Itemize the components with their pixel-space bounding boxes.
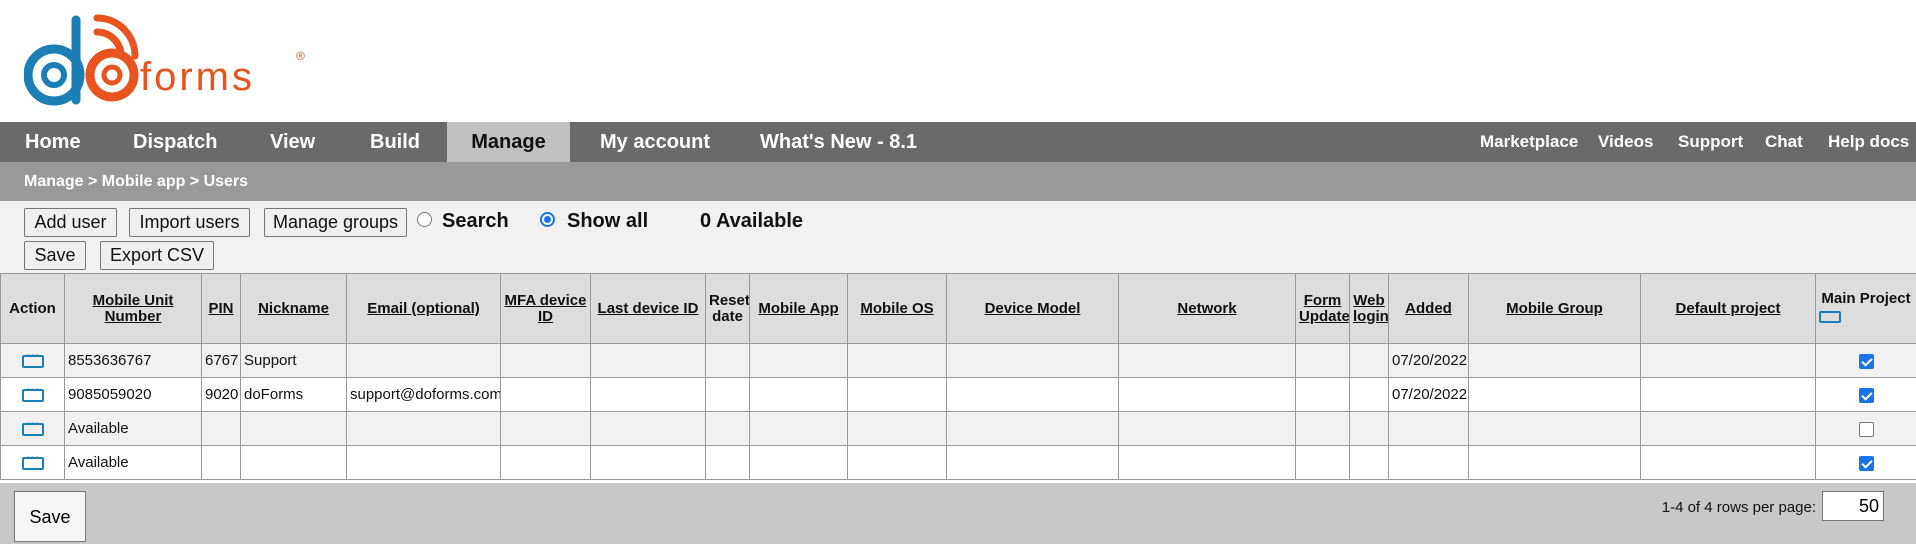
cell-email	[346, 411, 501, 446]
add-user-button[interactable]: Add user	[24, 208, 117, 237]
footer-save-button[interactable]: Save	[14, 491, 86, 542]
col-mobile-app[interactable]: Mobile App	[749, 273, 848, 344]
toolbar: Add user Import users Manage groups Sear…	[0, 201, 1916, 273]
cell-email	[346, 445, 501, 480]
logo-text: forms	[140, 55, 255, 99]
cell-pin: 9020	[201, 377, 241, 412]
col-web-login[interactable]: Web login	[1349, 273, 1389, 344]
cell-pin: 6767	[201, 343, 241, 378]
col-reset-date: Reset date	[705, 273, 750, 344]
col-mfa-device-id[interactable]: MFA device ID	[500, 273, 591, 344]
main-project-checkbox[interactable]	[1858, 421, 1874, 437]
col-mobile-group[interactable]: Mobile Group	[1468, 273, 1641, 344]
manage-groups-button[interactable]: Manage groups	[264, 208, 407, 237]
main-project-checkbox[interactable]	[1858, 353, 1874, 369]
nav-help-docs[interactable]: Help docs	[1828, 122, 1909, 162]
search-radio-label: Search	[442, 210, 509, 232]
row-action-icon[interactable]	[21, 382, 44, 402]
col-form-update[interactable]: Form Update	[1295, 273, 1350, 344]
cell-unit: Available	[64, 411, 202, 446]
row-action-icon[interactable]	[21, 416, 44, 436]
col-mobile-unit-number[interactable]: Mobile Unit Number	[64, 273, 202, 344]
col-action: Action	[0, 273, 65, 344]
col-last-device-id[interactable]: Last device ID	[590, 273, 706, 344]
users-table: Action Mobile Unit Number PIN Nickname E…	[0, 273, 1916, 480]
cell-email	[346, 343, 501, 378]
table-footer: Save 1-4 of 4 rows per page:	[0, 483, 1916, 544]
col-network[interactable]: Network	[1118, 273, 1296, 344]
nav-my-account[interactable]: My account	[600, 122, 710, 162]
nav-home[interactable]: Home	[25, 122, 81, 162]
cell-nickname: doForms	[240, 377, 347, 412]
table-row: 8553636767 6767 Support 07/20/2022	[0, 343, 1916, 378]
search-radio[interactable]	[417, 212, 432, 227]
nav-support[interactable]: Support	[1678, 122, 1743, 162]
table-row: Available	[0, 445, 1916, 480]
nav-view[interactable]: View	[270, 122, 315, 162]
cell-added: 07/20/2022	[1388, 377, 1469, 412]
nav-dispatch[interactable]: Dispatch	[133, 122, 217, 162]
nav-manage[interactable]: Manage	[447, 122, 570, 162]
col-email[interactable]: Email (optional)	[346, 273, 501, 344]
col-main-project-label: Main Project	[1821, 289, 1911, 307]
table-header-row: Action Mobile Unit Number PIN Nickname E…	[0, 273, 1916, 344]
nav-whats-new[interactable]: What's New - 8.1	[760, 122, 917, 162]
cell-added: 07/20/2022	[1388, 343, 1469, 378]
main-nav: Home Dispatch View Build Manage My accou…	[0, 122, 1916, 162]
bulk-edit-icon[interactable]	[1819, 310, 1841, 323]
cell-nickname	[240, 411, 347, 446]
show-all-radio-label: Show all	[567, 210, 649, 232]
cell-unit: 8553636767	[64, 343, 202, 378]
row-action-icon[interactable]	[21, 348, 44, 368]
svg-text:®: ®	[296, 49, 305, 63]
row-action-icon[interactable]	[21, 450, 44, 470]
nav-chat[interactable]: Chat	[1765, 122, 1803, 162]
export-csv-button[interactable]: Export CSV	[100, 241, 214, 270]
cell-pin	[201, 445, 241, 480]
cell-unit: 9085059020	[64, 377, 202, 412]
cell-added	[1388, 445, 1469, 480]
cell-nickname	[240, 445, 347, 480]
cell-added	[1388, 411, 1469, 446]
col-pin[interactable]: PIN	[201, 273, 241, 344]
table-row: 9085059020 9020 doForms support@doforms.…	[0, 377, 1916, 412]
save-button[interactable]: Save	[24, 241, 86, 270]
import-users-button[interactable]: Import users	[129, 208, 250, 237]
cell-unit: Available	[64, 445, 202, 480]
available-count: 0 Available	[700, 210, 804, 232]
doforms-logo: forms ®	[24, 14, 305, 106]
pager-text: 1-4 of 4 rows per page:	[1661, 499, 1816, 516]
table-row: Available	[0, 411, 1916, 446]
main-project-checkbox[interactable]	[1858, 455, 1874, 471]
col-default-project[interactable]: Default project	[1640, 273, 1816, 344]
col-added[interactable]: Added	[1388, 273, 1469, 344]
main-project-checkbox[interactable]	[1858, 387, 1874, 403]
nav-marketplace[interactable]: Marketplace	[1480, 122, 1578, 162]
nav-build[interactable]: Build	[370, 122, 420, 162]
col-main-project: Main Project	[1815, 273, 1916, 344]
show-all-radio[interactable]	[540, 212, 555, 227]
col-device-model[interactable]: Device Model	[946, 273, 1119, 344]
col-mobile-os[interactable]: Mobile OS	[847, 273, 947, 344]
cell-nickname: Support	[240, 343, 347, 378]
rows-per-page-input[interactable]	[1822, 491, 1884, 521]
nav-videos[interactable]: Videos	[1598, 122, 1653, 162]
col-nickname[interactable]: Nickname	[240, 273, 347, 344]
cell-pin	[201, 411, 241, 446]
cell-email: support@doforms.com	[346, 377, 501, 412]
breadcrumb: Manage > Mobile app > Users	[0, 162, 1916, 201]
breadcrumb-text: Manage > Mobile app > Users	[24, 173, 249, 190]
